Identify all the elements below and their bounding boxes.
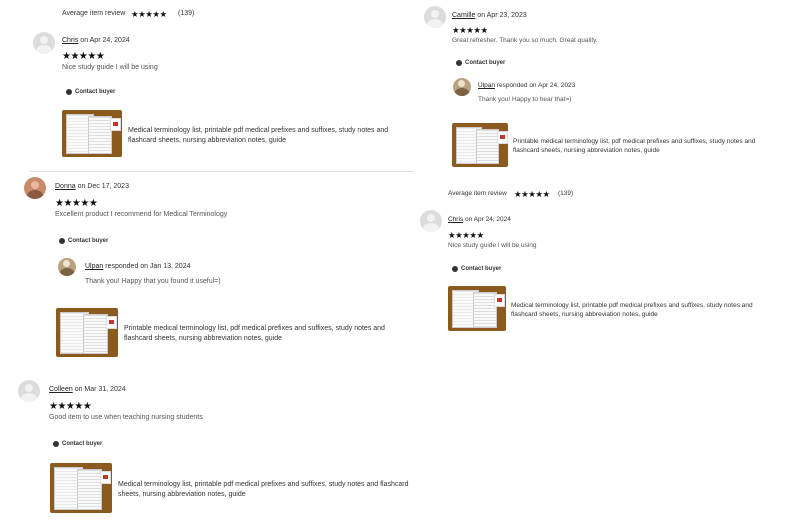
mail-icon xyxy=(66,89,72,95)
seller-name-link[interactable]: Ulpan xyxy=(85,263,103,270)
mail-icon xyxy=(456,60,462,66)
average-review-label: Average item review xyxy=(62,10,126,17)
product-title-link[interactable]: Medical terminology list, printable pdf … xyxy=(118,480,410,500)
average-review-label: Average item review xyxy=(448,190,507,197)
seller-name-link[interactable]: Ulpan xyxy=(478,82,495,89)
avatar xyxy=(33,32,55,54)
seller-avatar xyxy=(453,78,471,96)
reviewer-name-link[interactable]: Chris xyxy=(448,216,463,223)
review-header: Chris on Apr 24, 2024 xyxy=(448,216,511,223)
review-stars: ★★★★★ xyxy=(452,25,488,35)
reviewer-name-link[interactable]: Camille xyxy=(452,12,475,19)
contact-buyer-button[interactable]: Contact buyer xyxy=(456,60,505,66)
review-date: on Apr 24, 2024 xyxy=(80,37,130,44)
response-date: responded on Jan 13, 2024 xyxy=(105,263,191,270)
review-stars: ★★★★★ xyxy=(55,198,98,209)
review-header: Chris on Apr 24, 2024 xyxy=(62,37,130,44)
average-review-count: (139) xyxy=(558,190,574,197)
review-stars: ★★★★★ xyxy=(62,51,105,62)
product-title-link[interactable]: Medical terminology list, printable pdf … xyxy=(511,301,773,319)
avatar xyxy=(420,210,442,232)
avatar xyxy=(18,380,40,402)
review-header: Donna on Dec 17, 2023 xyxy=(55,183,129,190)
review-date: on Mar 31, 2024 xyxy=(74,386,126,393)
review-text: Great refresher. Thank you so much. Grea… xyxy=(452,37,598,44)
product-title-link[interactable]: Printable medical terminology list, pdf … xyxy=(124,324,404,344)
product-title-link[interactable]: Printable medical terminology list, pdf … xyxy=(513,137,775,155)
average-review-stars: ★★★★★ xyxy=(131,9,167,19)
response-date: responded on Apr 24, 2023 xyxy=(496,82,576,89)
divider xyxy=(30,171,414,172)
review-stars: ★★★★★ xyxy=(49,401,92,412)
review-header: Colleen on Mar 31, 2024 xyxy=(49,386,126,393)
product-thumbnail[interactable] xyxy=(50,463,112,513)
seller-avatar xyxy=(58,258,76,276)
avatar xyxy=(24,177,46,199)
product-thumbnail[interactable] xyxy=(452,123,508,167)
product-thumbnail[interactable] xyxy=(448,286,506,331)
review-date: on Dec 17, 2023 xyxy=(77,183,129,190)
product-thumbnail[interactable] xyxy=(56,308,118,357)
contact-buyer-button[interactable]: Contact buyer xyxy=(53,441,102,447)
seller-reply-text: Thank you! Happy that you found it usefu… xyxy=(85,278,221,285)
contact-buyer-label: Contact buyer xyxy=(465,60,506,66)
review-text: Nice study guide i will be using xyxy=(448,242,537,249)
review-text: Excellent product I recommend for Medica… xyxy=(55,211,228,218)
contact-buyer-button[interactable]: Contact buyer xyxy=(59,238,108,244)
product-title-link[interactable]: Medical terminology list, printable pdf … xyxy=(128,126,398,146)
review-stars: ★★★★★ xyxy=(448,230,484,240)
seller-response-header: Ulpan responded on Apr 24, 2023 xyxy=(478,82,575,89)
reviewer-name-link[interactable]: Colleen xyxy=(49,386,73,393)
contact-buyer-button[interactable]: Contact buyer xyxy=(66,89,115,95)
contact-buyer-label: Contact buyer xyxy=(62,441,103,447)
review-date: on Apr 24, 2024 xyxy=(464,216,511,223)
seller-reply-text: Thank you! Happy to hear that=) xyxy=(478,96,572,103)
product-thumbnail[interactable] xyxy=(62,110,122,157)
mail-icon xyxy=(59,238,65,244)
review-text: Nice study guide I will be using xyxy=(62,64,158,71)
mail-icon xyxy=(53,441,59,447)
reviewer-name-link[interactable]: Chris xyxy=(62,37,78,44)
review-date: on Apr 23, 2023 xyxy=(477,12,527,19)
avatar xyxy=(424,6,446,28)
seller-response-header: Ulpan responded on Jan 13, 2024 xyxy=(85,263,191,270)
contact-buyer-label: Contact buyer xyxy=(75,89,116,95)
review-text: Good item to use when teaching nursing s… xyxy=(49,414,203,421)
average-review-count: (139) xyxy=(178,10,195,17)
reviewer-name-link[interactable]: Donna xyxy=(55,183,76,190)
contact-buyer-label: Contact buyer xyxy=(68,238,109,244)
average-review-stars: ★★★★★ xyxy=(514,189,550,199)
mail-icon xyxy=(452,266,458,272)
review-header: Camille on Apr 23, 2023 xyxy=(452,12,527,19)
contact-buyer-button[interactable]: Contact buyer xyxy=(452,266,501,272)
contact-buyer-label: Contact buyer xyxy=(461,266,502,272)
